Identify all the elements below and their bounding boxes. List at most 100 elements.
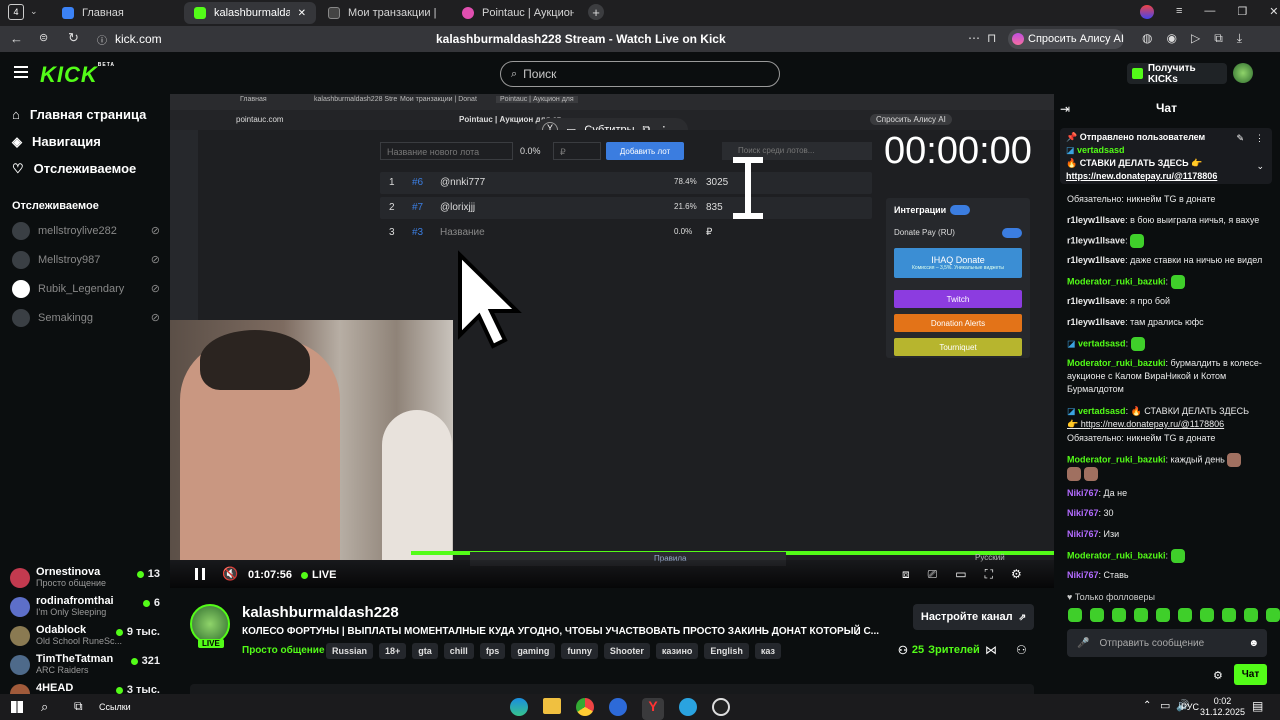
chat-username[interactable]: vertadsasd (1078, 338, 1126, 348)
notifications-icon[interactable]: ▤ (1252, 699, 1263, 713)
close-window-icon[interactable]: ✕ (1269, 5, 1278, 19)
profile-icon[interactable] (1140, 5, 1154, 19)
globe-icon[interactable]: ◍ (1142, 31, 1152, 46)
fullscreen-icon[interactable]: ⛶ (985, 567, 993, 582)
tag[interactable]: Shooter (603, 643, 650, 659)
tab-count-badge[interactable]: 4 (8, 4, 24, 20)
chat-username[interactable]: r1leyw1llsave (1067, 235, 1125, 245)
tag[interactable]: каз (754, 643, 782, 659)
followed-channel[interactable]: mellstroylive282 ⊘ (0, 216, 170, 245)
search-input[interactable]: ⌕ Поиск (500, 61, 780, 87)
kick-logo[interactable]: KICKBETA (40, 62, 115, 88)
bookmark-icon[interactable]: ⊓ (987, 31, 996, 45)
language-indicator[interactable]: РУС (1181, 702, 1199, 712)
bookmarks-icon[interactable]: ≡ (1176, 5, 1182, 19)
stream-category[interactable]: Просто общение (242, 645, 325, 656)
chat-username[interactable]: r1leyw1llsave (1067, 255, 1125, 265)
translate-icon[interactable]: ◉ (1166, 31, 1176, 46)
telegram-icon[interactable] (679, 698, 697, 716)
tag[interactable]: chill (443, 643, 474, 659)
play-icon[interactable]: ▷ (1191, 31, 1200, 46)
chat-username[interactable]: Niki767 (1067, 529, 1099, 539)
tag[interactable]: funny (561, 643, 598, 659)
channel-avatar[interactable] (190, 604, 230, 644)
network-icon[interactable]: ▭ (1160, 699, 1170, 712)
follow-user-icon[interactable]: ⚇ (1016, 643, 1027, 657)
followed-channel[interactable]: Mellstroy987 ⊘ (0, 245, 170, 274)
clip-icon[interactable]: ⎚ (928, 567, 938, 582)
reload-icon[interactable]: ↻ (68, 30, 79, 46)
channel-name[interactable]: kalashburmaldash228 (242, 604, 399, 621)
pip-icon[interactable]: ⧈ (902, 567, 910, 582)
emoji-icon[interactable]: ☻ (1248, 638, 1259, 649)
search-icon[interactable]: ⌕ (41, 699, 48, 715)
browser-tab-home[interactable]: Главная (52, 2, 182, 24)
browser-tab-pointauc[interactable]: Pointauc | Аукцион для ст (452, 2, 584, 24)
mute-icon[interactable]: 🔇 (222, 566, 238, 582)
emote-icon[interactable] (1134, 608, 1148, 622)
back-icon[interactable]: ← (10, 31, 23, 46)
chevron-down-icon[interactable]: ⌄ (1256, 160, 1264, 173)
send-chat-button[interactable]: Чат (1234, 664, 1267, 685)
followed-channel[interactable]: Semakingg ⊘ (0, 303, 170, 332)
chat-settings-gear-icon[interactable]: ⚙ (1213, 669, 1223, 682)
followed-channel[interactable]: Rubik_Legendary ⊘ (0, 274, 170, 303)
pinned-link[interactable]: https://new.donatepay.ru/@1178806 (1066, 170, 1266, 183)
browser-tab-donate[interactable]: Мои транзакции | Donate (318, 2, 450, 24)
close-tab-icon[interactable]: ✕ (298, 8, 306, 19)
obs-icon[interactable] (712, 698, 730, 716)
emote-icon[interactable] (1222, 608, 1236, 622)
maximize-icon[interactable]: ❐ (1237, 5, 1247, 19)
shield-icon[interactable]: ⊜ (39, 31, 48, 44)
chat-username[interactable]: Niki767 (1067, 508, 1099, 518)
chrome-icon[interactable] (576, 698, 594, 716)
channel-item[interactable]: Odablock Old School RuneSc... 9 тыс. (0, 624, 170, 653)
chat-username[interactable]: vertadsasd (1078, 406, 1126, 416)
microphone-icon[interactable]: 🎤 (1077, 638, 1089, 649)
chevron-down-icon[interactable]: ⌄ (30, 6, 38, 17)
chat-username[interactable]: Moderator_ruki_bazuki (1067, 358, 1166, 368)
tag[interactable]: Russian (326, 643, 374, 659)
minimize-icon[interactable]: — (1204, 5, 1215, 19)
emote-icon[interactable] (1156, 608, 1170, 622)
task-view-icon[interactable]: ⧉ (74, 699, 83, 714)
windows-start-icon[interactable] (11, 701, 23, 713)
browser-tab-kick[interactable]: kalashburmaldash228 S ✕ (184, 2, 316, 24)
edge-icon[interactable] (510, 698, 528, 716)
chat-username[interactable]: r1leyw1llsave (1067, 215, 1125, 225)
pause-icon[interactable] (195, 568, 205, 580)
chat-username[interactable]: Niki767 (1067, 488, 1099, 498)
settings-gear-icon[interactable]: ⚙ (1011, 567, 1022, 582)
chat-username[interactable]: r1leyw1llsave (1067, 317, 1125, 327)
share-icon[interactable]: ⋈ (985, 643, 997, 657)
get-kicks-button[interactable]: Получить KICKs (1127, 63, 1227, 85)
user-avatar[interactable] (1233, 63, 1253, 83)
chat-username[interactable]: Niki767 (1067, 570, 1099, 580)
tag[interactable]: fps (479, 643, 506, 659)
emote-icon[interactable] (1068, 608, 1082, 622)
more-vertical-icon[interactable]: ⋮ (1255, 132, 1264, 145)
pinned-message[interactable]: 📌 Отправлено пользователем ✎ ⋮ ◪ vertadsas… (1060, 128, 1272, 184)
channel-item[interactable]: TimTheTatman ARC Raiders 321 (0, 653, 170, 682)
channel-item[interactable]: rodinafromthai I'm Only Sleeping 6 (0, 595, 170, 624)
emote-icon[interactable] (1244, 608, 1258, 622)
hamburger-menu-icon[interactable] (14, 66, 28, 78)
emote-icon[interactable] (1112, 608, 1126, 622)
links-toolbar[interactable]: Ссылки (99, 702, 131, 712)
nav-home[interactable]: ⌂ Главная страница (0, 101, 170, 128)
yandex-browser-icon[interactable]: Y (642, 698, 664, 720)
channel-item[interactable]: Ornestinova Просто общение 13 (0, 566, 170, 595)
emote-icon[interactable] (1266, 608, 1280, 622)
extensions-icon[interactable]: ⧉ (1214, 31, 1223, 46)
theater-mode-icon[interactable]: ▭ (955, 567, 966, 582)
tag[interactable]: казино (655, 643, 699, 659)
tag[interactable]: English (704, 643, 749, 659)
tray-chevron-icon[interactable]: ⌃ (1143, 700, 1151, 711)
tag[interactable]: gaming (511, 643, 556, 659)
more-icon[interactable]: ⋯ (968, 31, 980, 45)
chat-username[interactable]: Moderator_ruki_bazuki (1067, 454, 1166, 464)
new-tab-icon[interactable]: + (588, 4, 604, 20)
explorer-icon[interactable] (543, 698, 561, 714)
url-text[interactable]: kick.com (115, 32, 162, 46)
setup-channel-button[interactable]: Настройте канал ⇗ (913, 604, 1034, 630)
